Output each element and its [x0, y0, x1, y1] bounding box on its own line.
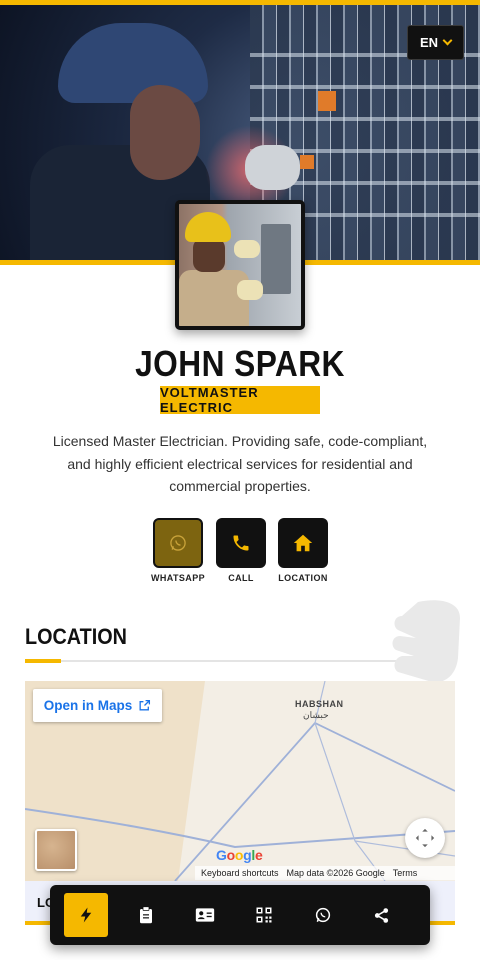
nav-clipboard[interactable]: [116, 893, 175, 937]
call-button[interactable]: [216, 518, 266, 568]
home-icon: [293, 534, 313, 552]
profile-bio: Licensed Master Electrician. Providing s…: [52, 433, 428, 494]
nav-qr-code[interactable]: [234, 893, 293, 937]
fullscreen-button[interactable]: [405, 818, 445, 858]
hand-watermark-icon: [392, 600, 460, 683]
map-city-label-arabic: حبشان: [303, 710, 329, 720]
map-attribution: Keyboard shortcuts Map data ©2026 Google…: [195, 866, 455, 880]
hero-person-face: [130, 85, 200, 180]
whatsapp-label: WHATSAPP: [150, 573, 206, 583]
keyboard-shortcuts-link[interactable]: Keyboard shortcuts: [201, 868, 279, 878]
whatsapp-action[interactable]: WHATSAPP: [148, 518, 208, 583]
qr-code-icon: [256, 907, 271, 923]
map-data-credit: Map data ©2026 Google: [286, 868, 385, 878]
location-label: LOCATION: [278, 573, 328, 583]
bottom-navigation: [50, 885, 430, 945]
location-button[interactable]: [278, 518, 328, 568]
profile-avatar: [175, 200, 305, 330]
nav-share[interactable]: [352, 893, 411, 937]
profile-name: JOHN SPARK: [135, 343, 345, 384]
nav-contact-card[interactable]: [175, 893, 234, 937]
company-badge: VOLTMASTER ELECTRIC: [160, 385, 320, 415]
location-action[interactable]: LOCATION: [273, 518, 333, 583]
whatsapp-icon: [315, 907, 330, 923]
share-icon: [374, 907, 389, 923]
clipboard-icon: [139, 906, 152, 924]
call-action[interactable]: CALL: [211, 518, 271, 583]
chevron-down-icon: [442, 35, 453, 46]
id-card-icon: [195, 908, 214, 922]
whatsapp-button[interactable]: [153, 518, 203, 568]
external-link-icon: [139, 699, 151, 711]
call-label: CALL: [228, 573, 254, 583]
hero-hard-hat: [58, 23, 208, 103]
whatsapp-icon: [170, 535, 186, 551]
map-city-label: HABSHAN: [295, 699, 344, 709]
fullscreen-arrows-icon: [415, 828, 435, 848]
language-label: EN: [419, 35, 439, 50]
bolt-icon: [80, 907, 92, 923]
google-logo: Google: [216, 847, 263, 863]
phone-icon: [233, 535, 249, 551]
nav-bolt[interactable]: [64, 893, 108, 937]
terms-link[interactable]: Terms: [393, 868, 418, 878]
satellite-toggle[interactable]: [35, 829, 77, 871]
language-selector[interactable]: EN: [407, 25, 464, 60]
section-divider-accent: [25, 659, 61, 663]
open-in-maps-button[interactable]: Open in Maps: [33, 689, 162, 722]
open-in-maps-label: Open in Maps: [43, 698, 133, 713]
location-heading: LOCATION: [25, 624, 127, 649]
business-card-page: EN JOHN SPARK VOLTMASTER ELECTRIC Licens…: [0, 0, 480, 960]
nav-whatsapp[interactable]: [293, 893, 352, 937]
